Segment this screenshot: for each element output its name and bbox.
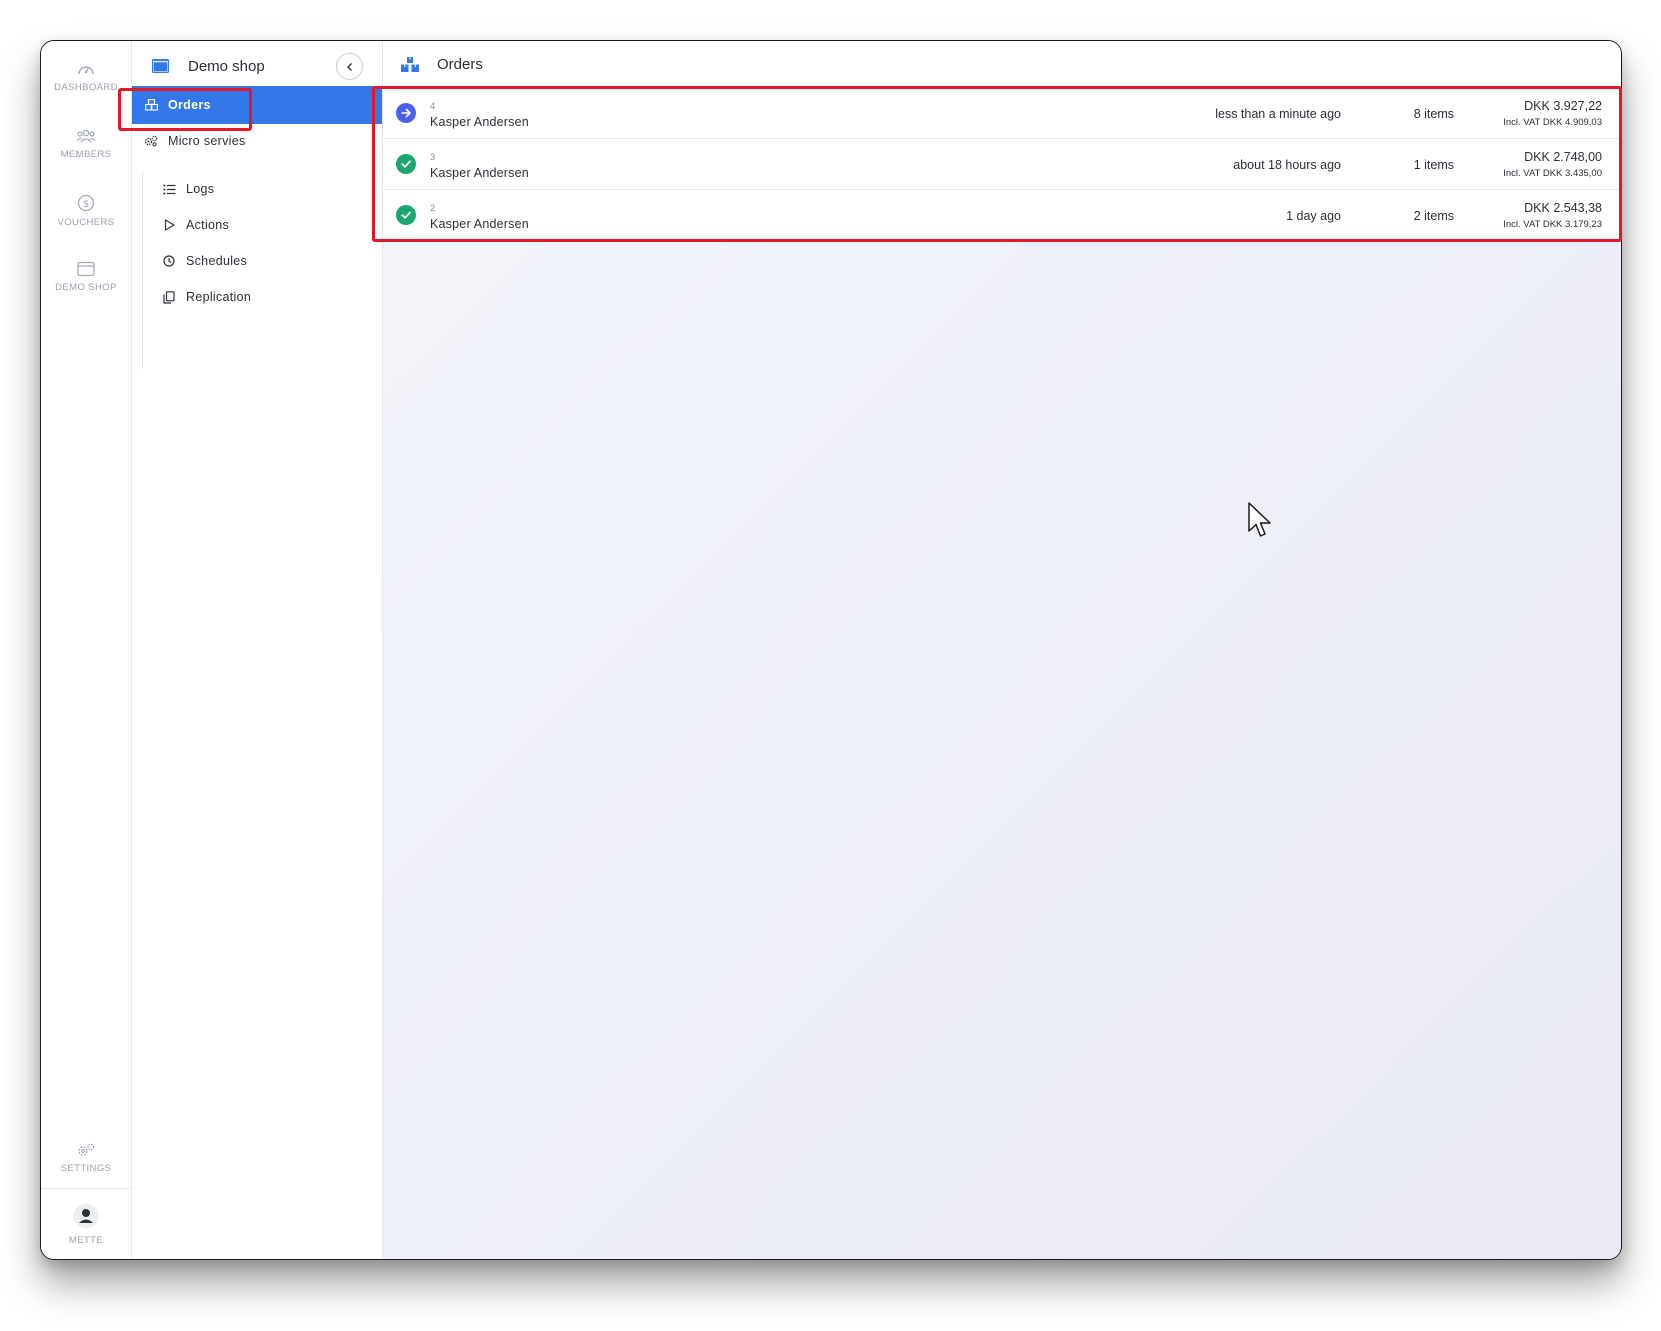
order-number: 4 xyxy=(430,101,436,112)
order-vat-total: Incl. VAT DKK 4.909,03 xyxy=(1503,117,1602,128)
gauge-icon xyxy=(78,66,94,75)
order-row[interactable]: 3 Kasper Andersen about 18 hours ago 1 i… xyxy=(383,139,1621,190)
main-header: Orders xyxy=(383,41,1621,88)
order-items-count: 2 items xyxy=(1413,209,1454,223)
sidebar-item-micro-services[interactable]: Micro servies xyxy=(132,122,382,160)
sidebar-header: Demo shop xyxy=(132,41,382,91)
order-row[interactable]: 4 Kasper Andersen less than a minute ago… xyxy=(383,88,1621,139)
order-customer: Kasper Andersen xyxy=(430,166,529,180)
order-row[interactable]: 2 Kasper Andersen 1 day ago 2 items DKK … xyxy=(383,190,1621,240)
user-menu[interactable]: METTE xyxy=(41,1203,131,1246)
rail-label: SETTINGS xyxy=(60,1163,112,1174)
sidebar-item-label: Schedules xyxy=(186,254,248,268)
dollar-circle-icon: $ xyxy=(77,194,95,212)
order-items-count: 8 items xyxy=(1413,107,1454,121)
micro-services-submenu: Logs Actions Schedules Replication xyxy=(142,171,383,369)
order-time: 1 day ago xyxy=(1286,209,1341,223)
sidebar-item-label: Orders xyxy=(168,98,211,112)
gears-icon xyxy=(78,1143,95,1156)
arrow-right-icon xyxy=(396,103,416,123)
shop-title: Demo shop xyxy=(188,57,265,75)
shop-window-icon xyxy=(152,59,169,73)
shop-sidebar: Demo shop Orders Micro servies Logs Acti… xyxy=(132,41,383,1259)
check-circle-icon xyxy=(396,205,416,225)
order-total: DKK 2.543,38 xyxy=(1524,201,1602,215)
order-total: DKK 2.748,00 xyxy=(1524,150,1602,164)
icon-rail: DASHBOARD MEMBERS $ VOUCHERS DEMO SHOP S… xyxy=(41,41,132,1259)
order-time: about 18 hours ago xyxy=(1233,158,1341,172)
rail-item-demo-shop[interactable]: DEMO SHOP xyxy=(41,261,131,293)
sidebar-item-logs[interactable]: Logs xyxy=(143,171,373,207)
sidebar-item-actions[interactable]: Actions xyxy=(143,207,373,243)
sidebar-item-label: Logs xyxy=(186,182,215,196)
browser-window-icon xyxy=(77,261,95,277)
order-vat-total: Incl. VAT DKK 3.435,00 xyxy=(1503,168,1602,179)
rail-divider xyxy=(41,1188,131,1189)
boxes-icon xyxy=(144,98,158,112)
app-window: DASHBOARD MEMBERS $ VOUCHERS DEMO SHOP S… xyxy=(40,40,1622,1260)
sidebar-item-label: Replication xyxy=(186,290,252,304)
rail-item-settings[interactable]: SETTINGS xyxy=(41,1142,131,1174)
avatar-icon xyxy=(73,1203,99,1229)
clock-icon xyxy=(162,254,176,268)
sidebar-item-label: Actions xyxy=(186,218,230,232)
order-number: 2 xyxy=(430,203,436,214)
sidebar-item-label: Micro servies xyxy=(168,134,246,148)
sidebar-item-schedules[interactable]: Schedules xyxy=(143,243,373,279)
order-items-count: 1 items xyxy=(1413,158,1454,172)
page-title: Orders xyxy=(437,56,483,73)
boxes-icon xyxy=(401,57,419,72)
users-icon xyxy=(76,129,96,143)
rail-item-members[interactable]: MEMBERS xyxy=(41,128,131,160)
chevron-left-icon xyxy=(346,62,352,71)
rail-label: MEMBERS xyxy=(60,149,112,160)
rail-item-dashboard[interactable]: DASHBOARD xyxy=(41,61,131,93)
order-customer: Kasper Andersen xyxy=(430,217,529,231)
order-number: 3 xyxy=(430,152,436,163)
rail-item-vouchers[interactable]: $ VOUCHERS xyxy=(41,194,131,228)
rail-label: DASHBOARD xyxy=(54,82,118,93)
svg-text:$: $ xyxy=(83,199,89,210)
check-circle-icon xyxy=(396,154,416,174)
rail-label: VOUCHERS xyxy=(57,217,115,228)
user-name: METTE xyxy=(68,1235,104,1246)
mouse-cursor-icon xyxy=(1248,502,1271,537)
order-customer: Kasper Andersen xyxy=(430,115,529,129)
play-icon xyxy=(162,218,176,232)
orders-list: 4 Kasper Andersen less than a minute ago… xyxy=(383,88,1621,240)
gears-icon xyxy=(144,134,158,148)
order-total: DKK 3.927,22 xyxy=(1524,99,1602,113)
collapse-sidebar-button[interactable] xyxy=(336,53,363,80)
order-time: less than a minute ago xyxy=(1215,107,1341,121)
sidebar-item-replication[interactable]: Replication xyxy=(143,279,373,315)
list-icon xyxy=(162,182,176,196)
main-content: Orders 4 Kasper Andersen less than a min… xyxy=(383,41,1621,1259)
sidebar-item-orders[interactable]: Orders xyxy=(132,86,382,124)
order-vat-total: Incl. VAT DKK 3.179,23 xyxy=(1503,219,1602,230)
copy-icon xyxy=(162,290,176,304)
rail-label: DEMO SHOP xyxy=(55,282,117,293)
